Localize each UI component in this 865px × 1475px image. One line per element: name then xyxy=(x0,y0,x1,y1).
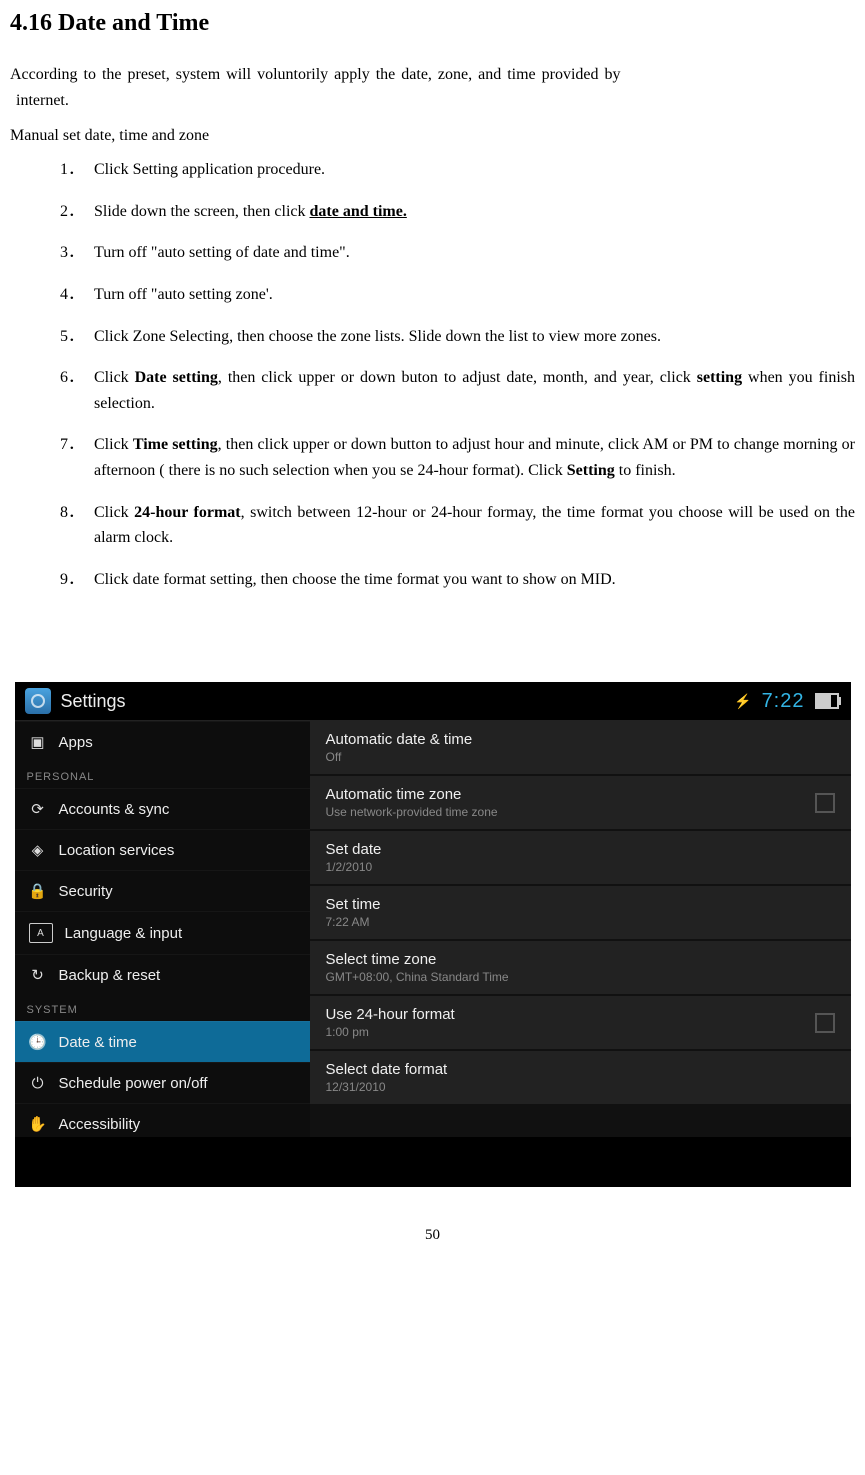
manual-set-subhead: Manual set date, time and zone xyxy=(10,127,855,145)
step-6-b: Date setting xyxy=(135,369,218,386)
sidebar-label-language: Language & input xyxy=(65,925,183,942)
page-number: 50 xyxy=(10,1227,855,1244)
sidebar-item-accessibility[interactable]: ✋ Accessibility xyxy=(15,1103,310,1137)
sidebar-label-accessibility: Accessibility xyxy=(59,1116,141,1133)
sidebar-item-apps[interactable]: ▣ Apps xyxy=(15,721,310,762)
step-7-b: Time setting xyxy=(133,436,218,453)
intro-line-1: According to the preset, system will vol… xyxy=(10,66,621,83)
date-format-sub: 12/31/2010 xyxy=(326,1080,448,1094)
sidebar-label-backup: Backup & reset xyxy=(59,967,161,984)
intro-paragraph: According to the preset, system will vol… xyxy=(10,62,855,113)
accessibility-icon: ✋ xyxy=(29,1115,47,1133)
sidebar-label-schedule: Schedule power on/off xyxy=(59,1075,208,1092)
sidebar-label-security: Security xyxy=(59,883,113,900)
intro-line-2: internet. xyxy=(10,92,69,109)
step-6-d: setting xyxy=(697,369,742,386)
set-date-sub: 1/2/2010 xyxy=(326,860,382,874)
step-3-text: Turn off "auto setting of date and time"… xyxy=(94,244,350,261)
auto-time-zone-title: Automatic time zone xyxy=(326,786,498,803)
settings-sidebar: ▣ Apps PERSONAL ⟳ Accounts & sync ◈ Loca… xyxy=(15,721,310,1137)
step-6-c: , then click upper or down buton to adju… xyxy=(218,369,697,386)
set-date-title: Set date xyxy=(326,841,382,858)
location-icon: ◈ xyxy=(29,841,47,859)
sidebar-item-location[interactable]: ◈ Location services xyxy=(15,829,310,870)
auto-date-time-title: Automatic date & time xyxy=(326,731,473,748)
step-4-text: Turn off "auto setting zone'. xyxy=(94,286,273,303)
step-2-text-b: date and time. xyxy=(310,203,407,220)
select-time-zone-title: Select time zone xyxy=(326,951,509,968)
status-clock: 7:22 xyxy=(762,690,805,713)
24hr-checkbox[interactable] xyxy=(815,1013,835,1033)
sidebar-label-apps: Apps xyxy=(59,734,93,751)
row-set-time[interactable]: Set time 7:22 AM xyxy=(310,886,851,939)
step-7-d: Setting xyxy=(567,462,615,479)
24hr-sub: 1:00 pm xyxy=(326,1025,455,1039)
steps-list: 1．Click Setting application procedure. 2… xyxy=(10,157,855,592)
step-8-a: Click xyxy=(94,504,134,521)
sidebar-item-schedule[interactable]: ⏻ Schedule power on/off xyxy=(15,1062,310,1103)
step-2: 2．Slide down the screen, then click date… xyxy=(58,199,855,225)
step-8: 8．Click 24-hour format, switch between 1… xyxy=(58,500,855,551)
auto-time-zone-checkbox[interactable] xyxy=(815,793,835,813)
lock-icon: 🔒 xyxy=(29,882,47,900)
row-auto-time-zone[interactable]: Automatic time zone Use network-provided… xyxy=(310,776,851,829)
sidebar-item-language[interactable]: A Language & input xyxy=(15,911,310,954)
sidebar-label-datetime: Date & time xyxy=(59,1034,137,1051)
set-time-sub: 7:22 AM xyxy=(326,915,381,929)
sidebar-category-system: SYSTEM xyxy=(15,995,310,1021)
auto-date-time-sub: Off xyxy=(326,750,473,764)
step-1-text: Click Setting application procedure. xyxy=(94,161,325,178)
row-set-date[interactable]: Set date 1/2/2010 xyxy=(310,831,851,884)
sidebar-item-backup[interactable]: ↻ Backup & reset xyxy=(15,954,310,995)
screenshot-header: Settings ⚡ 7:22 xyxy=(15,682,851,720)
section-heading: 4.16 Date and Time xyxy=(10,10,855,37)
power-icon: ⏻ xyxy=(29,1074,47,1092)
language-icon: A xyxy=(29,923,53,943)
apps-icon: ▣ xyxy=(29,733,47,751)
step-5: 5．Click Zone Selecting, then choose the … xyxy=(58,324,855,350)
row-select-date-format[interactable]: Select date format 12/31/2010 xyxy=(310,1051,851,1104)
select-time-zone-sub: GMT+08:00, China Standard Time xyxy=(326,970,509,984)
step-7-e: to finish. xyxy=(615,462,676,479)
set-time-title: Set time xyxy=(326,896,381,913)
sidebar-item-datetime[interactable]: 🕒 Date & time xyxy=(15,1021,310,1062)
settings-main-panel: Automatic date & time Off Automatic time… xyxy=(310,721,851,1137)
sidebar-label-location: Location services xyxy=(59,842,175,859)
sidebar-category-personal: PERSONAL xyxy=(15,762,310,788)
24hr-title: Use 24-hour format xyxy=(326,1006,455,1023)
sync-icon: ⟳ xyxy=(29,800,47,818)
step-4: 4．Turn off "auto setting zone'. xyxy=(58,282,855,308)
step-6-a: Click xyxy=(94,369,135,386)
sidebar-label-accounts: Accounts & sync xyxy=(59,801,170,818)
backup-icon: ↻ xyxy=(29,966,47,984)
android-settings-screenshot: Settings ⚡ 7:22 ▣ Apps PERSONAL ⟳ Accoun… xyxy=(15,682,851,1187)
step-1: 1．Click Setting application procedure. xyxy=(58,157,855,183)
step-7: 7．Click Time setting, then click upper o… xyxy=(58,432,855,483)
battery-icon xyxy=(815,693,839,709)
step-8-b: 24-hour format xyxy=(134,504,241,521)
settings-app-icon xyxy=(25,688,51,714)
step-6: 6．Click Date setting, then click upper o… xyxy=(58,365,855,416)
step-3: 3．Turn off "auto setting of date and tim… xyxy=(58,240,855,266)
step-9: 9．Click date format setting, then choose… xyxy=(58,567,855,593)
step-9-text: Click date format setting, then choose t… xyxy=(94,571,616,588)
sidebar-item-accounts[interactable]: ⟳ Accounts & sync xyxy=(15,788,310,829)
date-format-title: Select date format xyxy=(326,1061,448,1078)
step-2-text-a: Slide down the screen, then click xyxy=(94,203,310,220)
step-7-a: Click xyxy=(94,436,133,453)
sidebar-item-security[interactable]: 🔒 Security xyxy=(15,870,310,911)
clock-icon: 🕒 xyxy=(29,1033,47,1051)
row-auto-date-time[interactable]: Automatic date & time Off xyxy=(310,721,851,774)
charging-icon: ⚡ xyxy=(734,693,751,710)
row-select-time-zone[interactable]: Select time zone GMT+08:00, China Standa… xyxy=(310,941,851,994)
auto-time-zone-sub: Use network-provided time zone xyxy=(326,805,498,819)
step-5-text: Click Zone Selecting, then choose the zo… xyxy=(94,328,661,345)
screenshot-title: Settings xyxy=(61,691,126,712)
row-24-hour-format[interactable]: Use 24-hour format 1:00 pm xyxy=(310,996,851,1049)
